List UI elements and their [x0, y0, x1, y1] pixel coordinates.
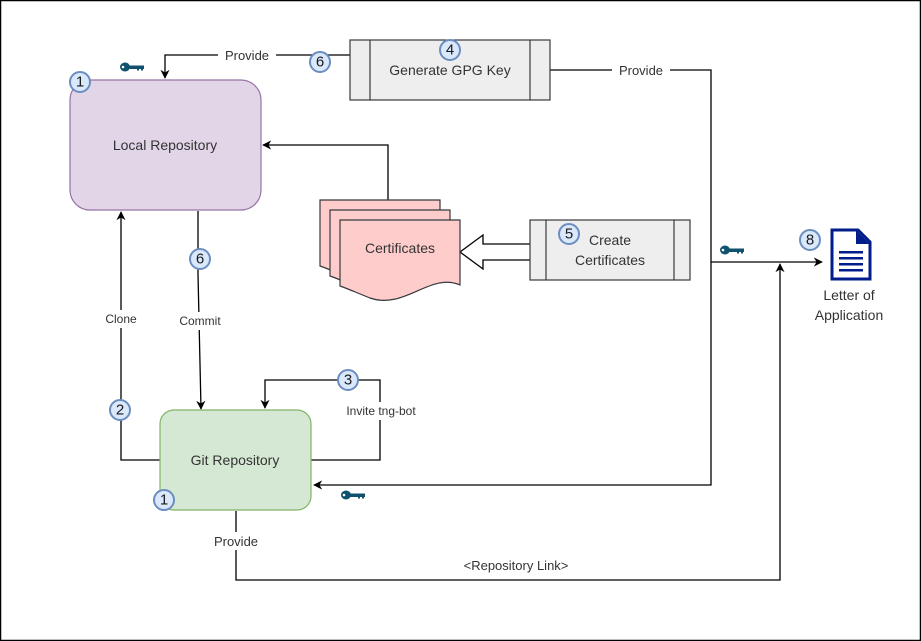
edge-label-git-provide: Provide [214, 534, 258, 549]
step-badge-local-repo: 1 [69, 71, 91, 93]
step-badge-gpg-key: 4 [439, 39, 461, 61]
gpg-key-label: Generate GPG Key [389, 62, 510, 78]
svg-text:6: 6 [196, 251, 204, 268]
step-badge-commit: 6 [189, 248, 211, 270]
svg-text:3: 3 [344, 372, 352, 389]
node-create-certificates[interactable]: Create Certificates [529, 219, 691, 281]
svg-text:8: 8 [806, 232, 814, 249]
svg-text:5: 5 [565, 226, 573, 243]
svg-text:1: 1 [76, 74, 84, 91]
letter-label-line1: Letter of [823, 287, 874, 303]
edge-label-invite: Invite tng-bot [346, 404, 416, 418]
workflow-diagram: Provide Provide Clone Commit Invite tng-… [0, 0, 921, 641]
create-certificates-box[interactable] [529, 219, 691, 281]
document-icon [830, 228, 872, 281]
svg-text:2: 2 [116, 402, 124, 419]
step-badge-invite: 3 [337, 369, 359, 391]
node-git-repository[interactable]: Git Repository [159, 409, 312, 511]
svg-text:4: 4 [446, 42, 454, 59]
git-repository-label: Git Repository [191, 452, 280, 468]
step-badge-clone: 2 [109, 399, 131, 421]
step-badge-git-repo: 1 [153, 489, 175, 511]
svg-text:6: 6 [316, 54, 324, 71]
edge-label-clone: Clone [105, 312, 137, 326]
edge-label-gpg-provide-local: Provide [225, 48, 269, 63]
create-certificates-label-line1: Create [589, 232, 631, 248]
step-badge-create-certs: 5 [558, 223, 580, 245]
local-repository-label: Local Repository [113, 137, 217, 153]
edge-label-gpg-provide-letter: Provide [619, 63, 663, 78]
node-local-repository[interactable]: Local Repository [69, 79, 262, 211]
svg-text:1: 1 [160, 492, 168, 509]
edge-label-commit: Commit [179, 314, 221, 328]
certificates-label: Certificates [365, 240, 435, 256]
letter-label-line2: Application [815, 307, 884, 323]
step-badge-gpg-provide: 6 [309, 51, 331, 73]
create-certificates-label-line2: Certificates [575, 252, 645, 268]
step-badge-letter: 8 [799, 229, 821, 251]
edge-label-repository-link: <Repository Link> [464, 558, 569, 573]
